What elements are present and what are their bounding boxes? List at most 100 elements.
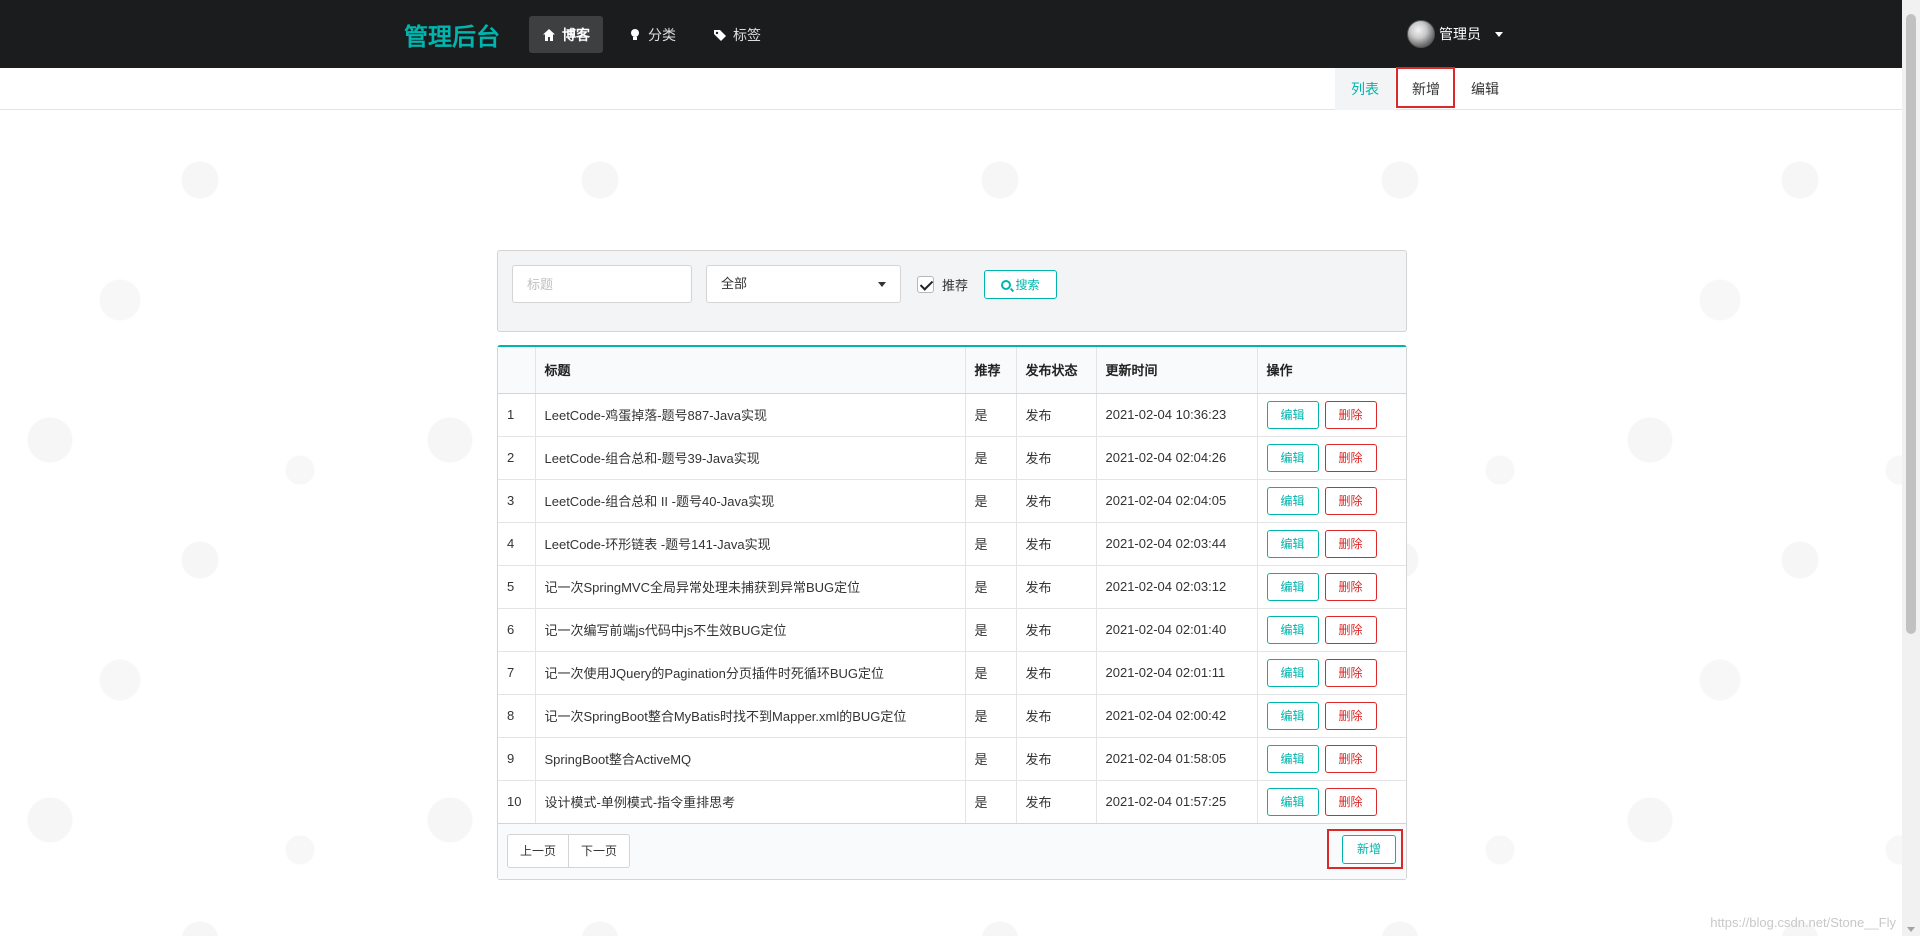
- row-status: 发布: [1015, 522, 1096, 566]
- header-title: 标题: [534, 347, 965, 394]
- category-selected: 全部: [721, 276, 748, 291]
- user-menu[interactable]: 管理员: [1407, 18, 1503, 50]
- edit-button[interactable]: 编辑: [1266, 701, 1319, 730]
- delete-button[interactable]: 删除: [1324, 658, 1377, 687]
- category-dropdown[interactable]: 全部: [706, 265, 901, 303]
- row-index: 10: [498, 780, 535, 824]
- delete-button[interactable]: 删除: [1324, 572, 1377, 601]
- delete-button[interactable]: 删除: [1324, 787, 1377, 816]
- pagination: 上一页 下一页: [507, 834, 631, 868]
- submenu-list[interactable]: 列表: [1335, 68, 1395, 110]
- row-actions: 编辑 删除: [1256, 565, 1406, 609]
- user-name: 管理员: [1439, 26, 1481, 42]
- table-row: 2 LeetCode-组合总和-题号39-Java实现是发布 2021-02-04 …: [498, 436, 1406, 480]
- row-action-group: 编辑 删除: [1266, 572, 1398, 601]
- row-action-group: 编辑 删除: [1266, 529, 1398, 558]
- row-title: LeetCode-鸡蛋掉落-题号887-Java实现: [534, 393, 965, 437]
- table-footer: 上一页 下一页 新增: [498, 823, 1406, 879]
- delete-button[interactable]: 删除: [1324, 701, 1377, 730]
- edit-button[interactable]: 编辑: [1266, 443, 1319, 472]
- watermark: https://blog.csdn.net/Stone__Fly: [1710, 915, 1896, 930]
- row-update-time: 2021-02-04 02:00:42: [1095, 694, 1257, 738]
- delete-button[interactable]: 删除: [1324, 486, 1377, 515]
- delete-button[interactable]: 删除: [1324, 744, 1377, 773]
- row-actions: 编辑 删除: [1256, 780, 1406, 824]
- delete-button[interactable]: 删除: [1324, 529, 1377, 558]
- recommend-checkbox-group[interactable]: 推荐: [917, 275, 968, 294]
- recommend-checkbox[interactable]: [917, 276, 934, 293]
- blog-table-container: 标题 推荐 发布状态 更新时间 操作 1 LeetCode-鸡蛋掉落-题号887-…: [497, 345, 1407, 880]
- row-recommend: 是: [964, 694, 1016, 738]
- page-scrollbar[interactable]: [1902, 0, 1920, 936]
- row-action-group: 编辑 删除: [1266, 615, 1398, 644]
- row-title: 记一次SpringBoot整合MyBatis时找不到Mapper.xml的BUG…: [534, 694, 965, 738]
- search-button[interactable]: 搜索: [984, 270, 1057, 299]
- row-actions: 编辑 删除: [1256, 608, 1406, 652]
- row-recommend: 是: [964, 522, 1016, 566]
- row-recommend: 是: [964, 608, 1016, 652]
- nav-item-label: 博客: [562, 26, 590, 43]
- row-index: 7: [498, 651, 535, 695]
- row-status: 发布: [1015, 565, 1096, 609]
- title-search-input[interactable]: [512, 265, 692, 303]
- row-recommend: 是: [964, 479, 1016, 523]
- edit-button[interactable]: 编辑: [1266, 744, 1319, 773]
- prev-page-button[interactable]: 上一页: [508, 835, 568, 867]
- delete-button[interactable]: 删除: [1324, 615, 1377, 644]
- row-update-time: 2021-02-04 02:03:12: [1095, 565, 1257, 609]
- edit-button[interactable]: 编辑: [1266, 787, 1319, 816]
- row-actions: 编辑 删除: [1256, 694, 1406, 738]
- row-status: 发布: [1015, 393, 1096, 437]
- edit-button[interactable]: 编辑: [1266, 572, 1319, 601]
- row-index: 2: [498, 436, 535, 480]
- next-page-button[interactable]: 下一页: [568, 835, 629, 867]
- highlight-box-add-button: [1327, 829, 1403, 869]
- row-action-group: 编辑 删除: [1266, 744, 1398, 773]
- edit-button[interactable]: 编辑: [1266, 615, 1319, 644]
- table-row: 3 LeetCode-组合总和 II -题号40-Java实现是发布 2021-02…: [498, 479, 1406, 523]
- header-status: 发布状态: [1015, 347, 1096, 394]
- avatar: [1407, 20, 1435, 48]
- row-status: 发布: [1015, 436, 1096, 480]
- table-row: 4 LeetCode-环形链表 -题号141-Java实现是发布 2021-02-0…: [498, 522, 1406, 566]
- nav-item-label: 分类: [648, 26, 676, 43]
- edit-button[interactable]: 编辑: [1266, 486, 1319, 515]
- edit-button[interactable]: 编辑: [1266, 529, 1319, 558]
- row-actions: 编辑 删除: [1256, 393, 1406, 437]
- scrollbar-thumb[interactable]: [1906, 14, 1916, 634]
- scroll-down-arrow-icon[interactable]: [1907, 927, 1915, 932]
- submenu-edit[interactable]: 编辑: [1455, 68, 1515, 110]
- row-title: 记一次使用JQuery的Pagination分页插件时死循环BUG定位: [534, 651, 965, 695]
- tags-icon: [713, 28, 727, 42]
- table-row: 9 SpringBoot整合ActiveMQ 是发布 2021-02-04 01:58…: [498, 737, 1406, 781]
- table-row: 8 记一次SpringBoot整合MyBatis时找不到Mapper.xml的BU…: [498, 694, 1406, 738]
- row-action-group: 编辑 删除: [1266, 486, 1398, 515]
- row-action-group: 编辑 删除: [1266, 400, 1398, 429]
- search-form: 全部 推荐 搜索: [497, 250, 1407, 332]
- row-update-time: 2021-02-04 02:04:26: [1095, 436, 1257, 480]
- row-recommend: 是: [964, 393, 1016, 437]
- row-status: 发布: [1015, 737, 1096, 781]
- row-update-time: 2021-02-04 10:36:23: [1095, 393, 1257, 437]
- header-recommend: 推荐: [964, 347, 1016, 394]
- chevron-down-icon: [1495, 31, 1503, 37]
- nav-item-category[interactable]: 分类: [615, 16, 689, 53]
- delete-button[interactable]: 删除: [1324, 400, 1377, 429]
- row-actions: 编辑 删除: [1256, 737, 1406, 781]
- row-update-time: 2021-02-04 01:57:25: [1095, 780, 1257, 824]
- row-status: 发布: [1015, 694, 1096, 738]
- edit-button[interactable]: 编辑: [1266, 400, 1319, 429]
- row-action-group: 编辑 删除: [1266, 443, 1398, 472]
- row-recommend: 是: [964, 737, 1016, 781]
- row-title: 记一次SpringMVC全局异常处理未捕获到异常BUG定位: [534, 565, 965, 609]
- chevron-down-icon: [878, 282, 886, 287]
- nav-item-tags[interactable]: 标签: [700, 16, 774, 53]
- edit-button[interactable]: 编辑: [1266, 658, 1319, 687]
- row-title: LeetCode-组合总和-题号39-Java实现: [534, 436, 965, 480]
- header-update-time: 更新时间: [1095, 347, 1257, 394]
- nav-item-blog[interactable]: 博客: [529, 16, 603, 53]
- row-index: 9: [498, 737, 535, 781]
- delete-button[interactable]: 删除: [1324, 443, 1377, 472]
- row-recommend: 是: [964, 651, 1016, 695]
- brand-title[interactable]: 管理后台: [404, 17, 500, 52]
